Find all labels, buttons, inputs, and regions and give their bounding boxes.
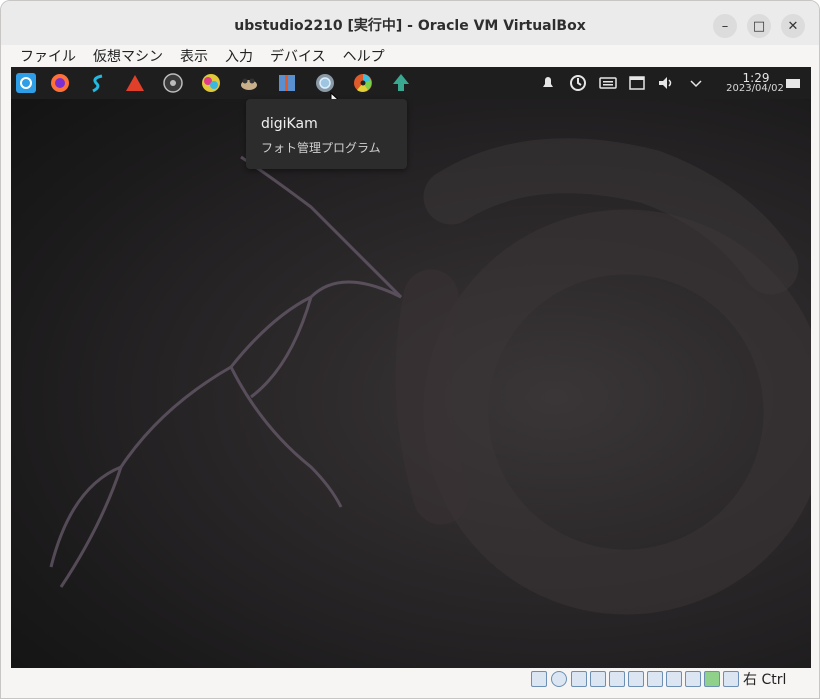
obs-icon — [163, 73, 183, 93]
tray-expand-button[interactable] — [684, 71, 708, 95]
guest-desktop[interactable]: 1:29 2023/04/02 digiKam フォト管理プログラム — [11, 67, 811, 668]
darktable-icon — [354, 74, 372, 92]
clipboard-button[interactable] — [625, 71, 649, 95]
desktop-icon — [786, 79, 800, 88]
digikam-icon — [316, 74, 334, 92]
close-button[interactable]: ✕ — [781, 14, 805, 38]
minimize-button[interactable]: – — [713, 14, 737, 38]
menu-help[interactable]: ヘルプ — [334, 46, 393, 66]
krita-button[interactable] — [199, 71, 223, 95]
optical-drive-icon[interactable] — [551, 671, 567, 687]
ardour-icon — [126, 75, 144, 91]
ardour-button[interactable] — [123, 71, 147, 95]
video-capture-icon[interactable] — [666, 671, 682, 687]
mouse-integration-icon[interactable] — [704, 671, 720, 687]
kdenlive-icon — [279, 75, 295, 91]
top-panel: 1:29 2023/04/02 — [11, 67, 811, 99]
title-bar[interactable]: ubstudio2210 [実行中] - Oracle VM VirtualBo… — [1, 1, 819, 45]
inkscape-button[interactable] — [389, 71, 413, 95]
audio-icon[interactable] — [571, 671, 587, 687]
darktable-button[interactable] — [351, 71, 375, 95]
maximize-icon: □ — [752, 18, 766, 34]
usb-icon[interactable] — [609, 671, 625, 687]
tooltip-title: digiKam — [261, 116, 318, 132]
inkscape-icon — [393, 74, 409, 91]
network-icon[interactable] — [590, 671, 606, 687]
notification-button[interactable] — [536, 71, 560, 95]
menu-machine[interactable]: 仮想マシン — [84, 46, 171, 66]
synfig-button[interactable] — [86, 71, 110, 95]
firefox-button[interactable] — [48, 71, 72, 95]
menu-view[interactable]: 表示 — [171, 46, 216, 66]
update-button[interactable] — [566, 71, 590, 95]
wallpaper-art — [49, 138, 811, 615]
app-launcher-button[interactable] — [14, 71, 38, 95]
host-key-label: 右 Ctrl — [743, 672, 787, 688]
close-icon: ✕ — [787, 18, 799, 34]
keyboard-capture-icon[interactable] — [723, 671, 739, 687]
virtualization-icon[interactable] — [685, 671, 701, 687]
harddisk-icon[interactable] — [531, 671, 547, 687]
menu-input[interactable]: 入力 — [216, 46, 261, 66]
bell-icon — [543, 77, 553, 87]
menu-bar: ファイル 仮想マシン 表示 入力 デバイス ヘルプ — [11, 45, 811, 67]
ubuntu-studio-menu-icon — [16, 73, 36, 93]
gimp-button[interactable] — [237, 71, 261, 95]
menu-devices[interactable]: デバイス — [261, 46, 334, 66]
krita-icon — [202, 74, 220, 92]
chevron-down-icon — [690, 80, 702, 88]
update-icon — [570, 75, 586, 91]
window-title: ubstudio2210 [実行中] - Oracle VM VirtualBo… — [234, 18, 586, 34]
synfig-icon — [92, 74, 103, 93]
app-tooltip: digiKam フォト管理プログラム — [246, 99, 407, 169]
status-bar: 右 Ctrl — [1, 668, 819, 698]
display-icon[interactable] — [647, 671, 663, 687]
speaker-icon — [659, 77, 672, 89]
virtualbox-window: ubstudio2210 [実行中] - Oracle VM VirtualBo… — [0, 0, 820, 699]
obs-button[interactable] — [161, 71, 185, 95]
maximize-button[interactable]: □ — [747, 14, 771, 38]
window-icon — [629, 76, 645, 90]
kdenlive-button[interactable] — [275, 71, 299, 95]
keyboard-button[interactable] — [596, 71, 620, 95]
gimp-icon — [241, 78, 257, 90]
shared-folder-icon[interactable] — [628, 671, 644, 687]
keyboard-icon — [599, 77, 617, 89]
minimize-icon: – — [721, 18, 729, 34]
tooltip-subtitle: フォト管理プログラム — [261, 141, 381, 155]
firefox-icon — [51, 74, 69, 92]
show-desktop-button[interactable] — [781, 71, 805, 95]
menu-file[interactable]: ファイル — [11, 46, 84, 66]
volume-button[interactable] — [654, 71, 678, 95]
